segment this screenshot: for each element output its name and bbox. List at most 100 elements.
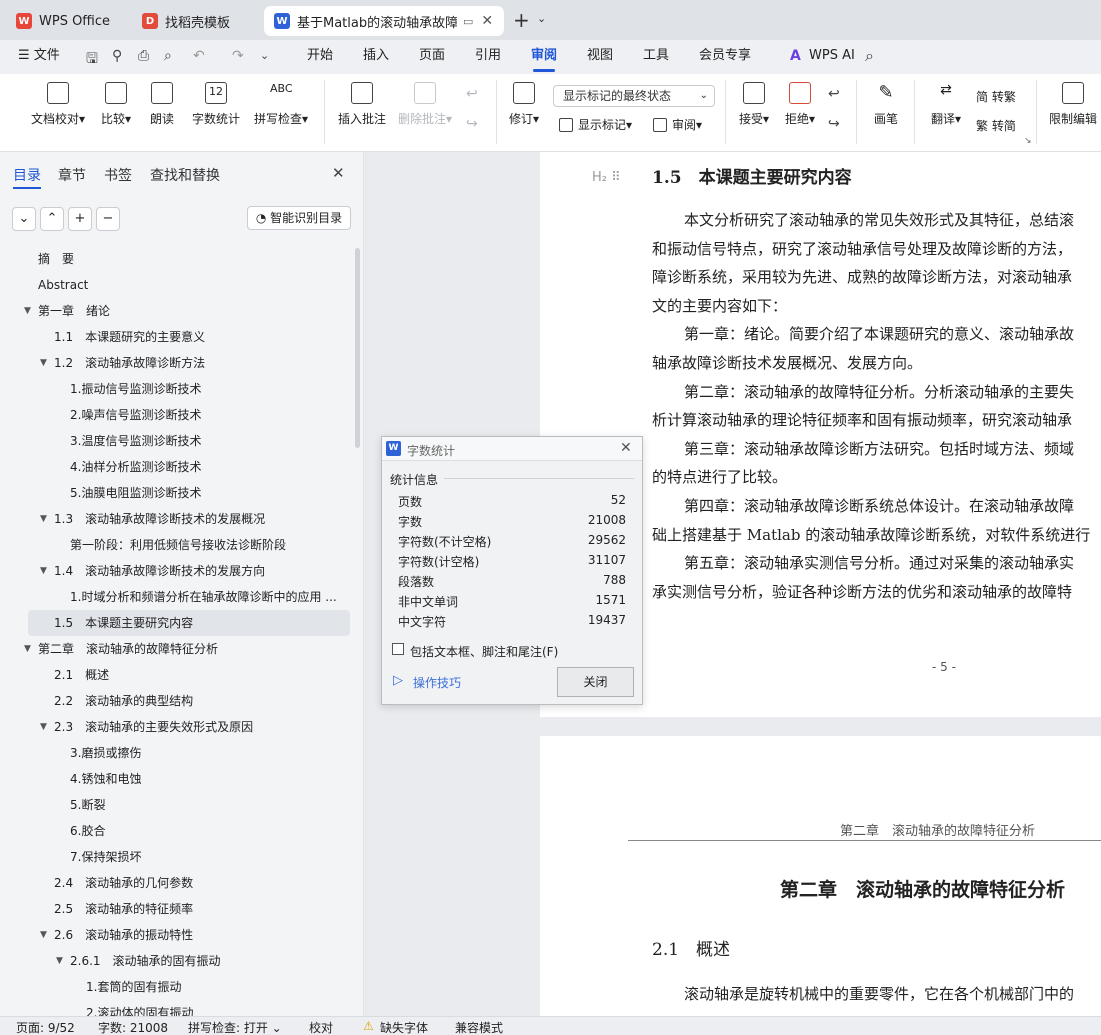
to-traditional-button[interactable]: 简 转繁 [976, 88, 1016, 105]
menu-reference[interactable]: 引用 [475, 40, 501, 72]
markup-state-select[interactable]: 显示标记的最终状态 ⌄ [553, 85, 715, 107]
chevron-down-icon[interactable]: ⌄ [537, 12, 546, 25]
tab-chapter[interactable]: 章节 [58, 165, 86, 185]
smart-detect-toc-button[interactable]: ◔ 智能识别目录 [247, 206, 351, 230]
toc-item[interactable]: 4.锈蚀和电蚀 [0, 766, 352, 792]
toc-item[interactable]: ▼ 2.6.1 滚动轴承的固有振动 [0, 948, 352, 974]
read-aloud-button[interactable]: 朗读 [146, 82, 178, 127]
toc-item[interactable]: 摘 要 [0, 246, 352, 272]
menu-view[interactable]: 视图 [587, 40, 613, 72]
accept-button[interactable]: 接受▾ [736, 82, 772, 127]
menu-tools[interactable]: 工具 [643, 40, 669, 72]
toc-item[interactable]: 7.保持架损坏 [0, 844, 352, 870]
more-chevron-icon[interactable]: ⌄ [260, 49, 269, 62]
move-up-button[interactable]: ⌃ [40, 207, 64, 231]
toc-item[interactable]: 2.2 滚动轴承的典型结构 [0, 688, 352, 714]
toc-item[interactable]: ▼ 1.3 滚动轴承故障诊断技术的发展概况 [0, 506, 352, 532]
toc-item[interactable]: 1.5 本课题主要研究内容 [28, 610, 350, 636]
tab-toc[interactable]: 目录 [13, 165, 41, 185]
minimize-tab-icon[interactable]: ▭ [463, 15, 473, 28]
delete-comment-button[interactable]: 删除批注▾ [396, 82, 454, 127]
toc-item[interactable]: 1.1 本课题研究的主要意义 [0, 324, 352, 350]
toc-item[interactable]: ▼ 2.6 滚动轴承的振动特性 [0, 922, 352, 948]
remove-heading-button[interactable]: − [96, 207, 120, 231]
toc-item[interactable]: 2.4 滚动轴承的几何参数 [0, 870, 352, 896]
toc-item[interactable]: 1.套筒的固有振动 [0, 974, 352, 1000]
close-pane-icon[interactable]: ✕ [332, 164, 345, 182]
next-comment-icon[interactable]: ↪ [466, 116, 478, 132]
toc-item[interactable]: 5.断裂 [0, 792, 352, 818]
next-change-icon[interactable]: ↪ [828, 116, 840, 132]
toc-item[interactable]: 2.5 滚动轴承的特征频率 [0, 896, 352, 922]
toc-item[interactable]: 4.油样分析监测诊断技术 [0, 454, 352, 480]
wps-ai-button[interactable]: WPS AI [809, 40, 855, 72]
scrollbar[interactable] [355, 248, 360, 448]
to-simplified-button[interactable]: 繁 转简 [976, 117, 1016, 134]
menu-review[interactable]: 审阅 [531, 40, 557, 72]
proof-status[interactable]: 校对 [309, 1019, 333, 1035]
save-icon[interactable]: 🖫 [86, 48, 98, 72]
page-indicator[interactable]: 页面: 9/52 [16, 1019, 75, 1035]
expand-triangle-icon[interactable]: ▼ [40, 350, 47, 376]
insert-comment-button[interactable]: 插入批注 [336, 82, 388, 127]
toc-item[interactable]: ▼ 2.3 滚动轴承的主要失效形式及原因 [0, 714, 352, 740]
toc-item[interactable]: 2.噪声信号监测诊断技术 [0, 402, 352, 428]
compare-button[interactable]: 比较▾ [98, 82, 134, 127]
pen-button[interactable]: ✎ 画笔 [872, 82, 900, 127]
toc-item[interactable]: 1.振动信号监测诊断技术 [0, 376, 352, 402]
add-heading-button[interactable]: + [68, 207, 92, 231]
expand-triangle-icon[interactable]: ▼ [40, 506, 47, 532]
collapse-down-button[interactable]: ⌄ [12, 207, 36, 231]
word-count-indicator[interactable]: 字数: 21008 [98, 1019, 168, 1035]
toc-item[interactable]: ▼ 1.2 滚动轴承故障诊断方法 [0, 350, 352, 376]
word-count-button[interactable]: 12 字数统计 [190, 82, 242, 127]
reject-button[interactable]: 拒绝▾ [782, 82, 818, 127]
spell-check-button[interactable]: ABC 拼写检查▾ [250, 82, 312, 127]
expand-triangle-icon[interactable]: ▼ [40, 558, 47, 584]
toc-item[interactable]: 1.时域分析和频谱分析在轴承故障诊断中的应用 ... [0, 584, 352, 610]
print-preview-icon[interactable]: ⌕ [164, 48, 172, 64]
include-textbox-checkbox[interactable] [392, 643, 404, 655]
toc-item[interactable]: 3.温度信号监测诊断技术 [0, 428, 352, 454]
share-icon[interactable]: ⚲ [112, 48, 122, 64]
close-icon[interactable]: ✕ [620, 440, 632, 456]
tab-template[interactable]: D 找稻壳模板 [132, 6, 260, 36]
toc-item[interactable]: Abstract [0, 272, 352, 298]
toc-item[interactable]: 第一阶段：利用低频信号接收法诊断阶段 [0, 532, 352, 558]
prev-change-icon[interactable]: ↩ [828, 86, 840, 102]
file-menu[interactable]: ☰ 文件 [18, 40, 60, 72]
toc-item[interactable]: ▼ 1.4 滚动轴承故障诊断技术的发展方向 [0, 558, 352, 584]
menu-page[interactable]: 页面 [419, 40, 445, 72]
close-button[interactable]: 关闭 [557, 667, 634, 697]
expand-triangle-icon[interactable]: ▼ [24, 636, 31, 662]
spell-check-status[interactable]: 拼写检查: 打开 ⌄ [188, 1019, 282, 1035]
tab-wps-office[interactable]: W WPS Office [6, 6, 124, 36]
tips-link[interactable]: 操作技巧 [413, 674, 461, 691]
expand-triangle-icon[interactable]: ▼ [40, 714, 47, 740]
restrict-edit-button[interactable]: 限制编辑 [1047, 82, 1099, 127]
undo-icon[interactable]: ↶ [193, 48, 205, 64]
doc-check-button[interactable]: 文档校对▾ [28, 82, 88, 127]
print-icon[interactable]: ⎙ [138, 48, 149, 64]
tab-bookmark[interactable]: 书签 [104, 165, 132, 185]
search-icon[interactable]: ⌕ [865, 46, 874, 66]
missing-font-status[interactable]: 缺失字体 [380, 1019, 428, 1035]
menu-insert[interactable]: 插入 [363, 40, 389, 72]
tab-find-replace[interactable]: 查找和替换 [150, 165, 220, 185]
toc-item[interactable]: 5.油膜电阻监测诊断技术 [0, 480, 352, 506]
new-tab-icon[interactable]: + [513, 8, 530, 32]
close-tab-icon[interactable]: ✕ [481, 13, 493, 29]
prev-comment-icon[interactable]: ↩ [466, 86, 478, 102]
menu-start[interactable]: 开始 [307, 40, 333, 72]
expand-triangle-icon[interactable]: ▼ [40, 922, 47, 948]
toc-item[interactable]: ▼ 第二章 滚动轴承的故障特征分析 [0, 636, 352, 662]
menu-member[interactable]: 会员专享 [699, 40, 751, 72]
expand-group-icon[interactable]: ↘ [1024, 136, 1032, 146]
toc-item[interactable]: 2.1 概述 [0, 662, 352, 688]
show-markup-button[interactable]: 显示标记 ▾ [559, 116, 632, 133]
toc-item[interactable]: ▼ 第一章 绪论 [0, 298, 352, 324]
review-pane-button[interactable]: 审阅 ▾ [653, 116, 702, 133]
revise-button[interactable]: 修订▾ [506, 82, 542, 127]
translate-button[interactable]: ⇄ 翻译▾ [928, 82, 964, 127]
expand-triangle-icon[interactable]: ▼ [24, 298, 31, 324]
